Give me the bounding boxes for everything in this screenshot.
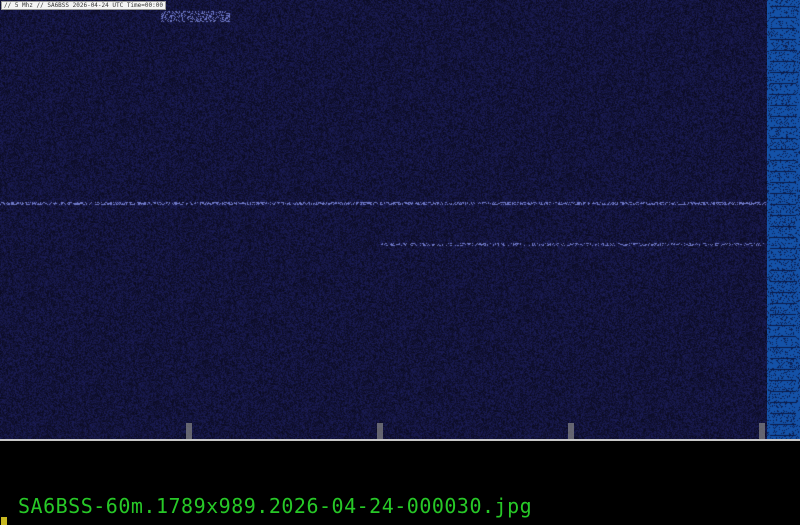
image-bottom-border: [0, 439, 800, 441]
time-tick-marker: [568, 423, 574, 439]
waterfall-header-label: // 5 Mhz // SA6BSS 2026-04-24 UTC Time=0…: [1, 1, 166, 10]
spectrogram-waterfall-image: [0, 0, 767, 440]
terminal-cursor: [1, 517, 7, 525]
image-filename: SA6BSS-60m.1789x989.2026-04-24-000030.jp…: [18, 494, 533, 518]
time-tick-marker: [759, 423, 765, 439]
time-tick-marker: [186, 423, 192, 439]
frequency-scale-strip: [767, 0, 800, 440]
time-tick-marker: [377, 423, 383, 439]
image-viewer: // 5 Mhz // SA6BSS 2026-04-24 UTC Time=0…: [0, 0, 800, 441]
